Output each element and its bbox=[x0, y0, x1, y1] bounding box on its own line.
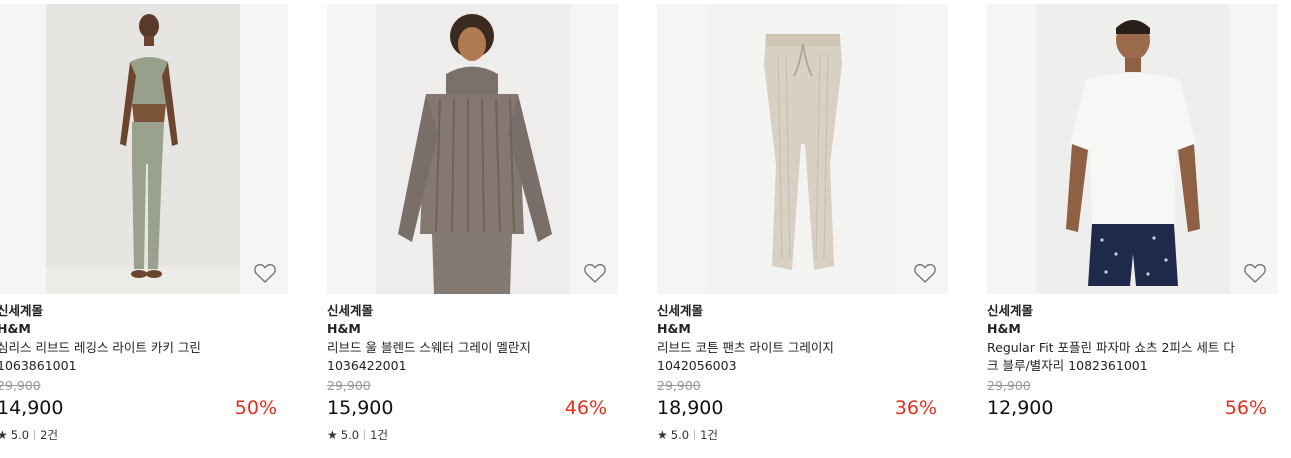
heart-outline-icon[interactable] bbox=[253, 262, 277, 284]
discount-rate: 46% bbox=[564, 397, 607, 419]
sweater-model-illustration bbox=[376, 4, 570, 294]
rating-row: ★ 5.0 1건 bbox=[657, 426, 948, 444]
sale-price: 14,900 bbox=[0, 397, 64, 419]
rating-value: 5.0 bbox=[340, 428, 360, 442]
heart-outline-icon[interactable] bbox=[1243, 262, 1267, 284]
mall-name: 신세계몰 bbox=[0, 303, 44, 318]
product-info: 신세계몰 H&M Regular Fit 포플린 파자마 쇼츠 2피스 세트 다… bbox=[987, 302, 1278, 421]
product-name[interactable]: 심리스 리브드 레깅스 라이트 카키 그린 1063861001 bbox=[0, 339, 249, 375]
product-name[interactable]: Regular Fit 포플린 파자마 쇼츠 2피스 세트 다크 블루/별자리 … bbox=[987, 339, 1239, 375]
brand-name: H&M bbox=[657, 321, 691, 336]
product-photo bbox=[376, 4, 570, 294]
rating-value: 5.0 bbox=[670, 428, 690, 442]
pajama-model-illustration bbox=[1036, 4, 1230, 294]
discount-rate: 36% bbox=[894, 397, 937, 419]
original-price: 29,900 bbox=[327, 378, 371, 393]
product-code: 1063861001 bbox=[0, 358, 77, 373]
divider bbox=[364, 430, 366, 440]
brand-name: H&M bbox=[327, 321, 361, 336]
review-count: 1건 bbox=[370, 428, 388, 442]
divider bbox=[694, 430, 696, 440]
rating-row: ★ 5.0 1건 bbox=[327, 426, 618, 444]
original-price: 29,900 bbox=[0, 378, 41, 393]
price-row: 14,900 50% bbox=[0, 395, 288, 421]
divider bbox=[34, 430, 36, 440]
product-card[interactable]: 신세계몰 H&M 심리스 리브드 레깅스 라이트 카키 그린 1063861001… bbox=[0, 0, 288, 458]
sale-price: 18,900 bbox=[657, 397, 724, 419]
brand-name: H&M bbox=[987, 321, 1021, 336]
product-info: 신세계몰 H&M 리브드 코튼 팬츠 라이트 그레이지 1042056003 29… bbox=[657, 302, 948, 444]
product-title: 심리스 리브드 레깅스 라이트 카키 그린 bbox=[0, 340, 201, 355]
product-code: 1082361001 bbox=[1068, 358, 1148, 373]
mall-name: 신세계몰 bbox=[327, 303, 374, 318]
product-photo bbox=[1036, 4, 1230, 294]
product-info: 신세계몰 H&M 리브드 울 블렌드 스웨터 그레이 멜란지 1036422001… bbox=[327, 302, 618, 444]
brand-name: H&M bbox=[0, 321, 31, 336]
mall-name: 신세계몰 bbox=[657, 303, 704, 318]
product-image[interactable] bbox=[0, 4, 288, 294]
rating-row: ★ 5.0 2건 bbox=[0, 426, 288, 444]
product-info: 신세계몰 H&M 심리스 리브드 레깅스 라이트 카키 그린 1063861001… bbox=[0, 302, 288, 444]
star-icon: ★ bbox=[327, 428, 338, 442]
product-card[interactable]: 신세계몰 H&M Regular Fit 포플린 파자마 쇼츠 2피스 세트 다… bbox=[987, 0, 1278, 458]
heart-outline-icon[interactable] bbox=[913, 262, 937, 284]
product-name[interactable]: 리브드 울 블렌드 스웨터 그레이 멜란지 1036422001 bbox=[327, 339, 579, 375]
product-code: 1036422001 bbox=[327, 358, 407, 373]
price-row: 18,900 36% bbox=[657, 395, 948, 421]
leggings-model-illustration bbox=[46, 4, 240, 294]
product-code: 1042056003 bbox=[657, 358, 737, 373]
sale-price: 15,900 bbox=[327, 397, 394, 419]
original-price: 29,900 bbox=[657, 378, 701, 393]
product-title: 리브드 울 블렌드 스웨터 그레이 멜란지 bbox=[327, 340, 531, 355]
product-image[interactable] bbox=[327, 4, 618, 294]
price-row: 15,900 46% bbox=[327, 395, 618, 421]
heart-outline-icon[interactable] bbox=[583, 262, 607, 284]
price-row: 12,900 56% bbox=[987, 395, 1278, 421]
sale-price: 12,900 bbox=[987, 397, 1054, 419]
pants-flatlay-illustration bbox=[706, 4, 900, 294]
star-icon: ★ bbox=[657, 428, 668, 442]
product-name[interactable]: 리브드 코튼 팬츠 라이트 그레이지 1042056003 bbox=[657, 339, 909, 375]
discount-rate: 56% bbox=[1224, 397, 1267, 419]
original-price: 29,900 bbox=[987, 378, 1031, 393]
discount-rate: 50% bbox=[234, 397, 277, 419]
product-photo bbox=[46, 4, 240, 294]
rating-value: 5.0 bbox=[10, 428, 30, 442]
review-count: 2건 bbox=[40, 428, 58, 442]
review-count: 1건 bbox=[700, 428, 718, 442]
product-image[interactable] bbox=[987, 4, 1278, 294]
product-card[interactable]: 신세계몰 H&M 리브드 코튼 팬츠 라이트 그레이지 1042056003 29… bbox=[657, 0, 948, 458]
mall-name: 신세계몰 bbox=[987, 303, 1034, 318]
star-icon: ★ bbox=[0, 428, 8, 442]
product-photo bbox=[706, 4, 900, 294]
product-image[interactable] bbox=[657, 4, 948, 294]
product-title: 리브드 코튼 팬츠 라이트 그레이지 bbox=[657, 340, 834, 355]
product-card[interactable]: 신세계몰 H&M 리브드 울 블렌드 스웨터 그레이 멜란지 1036422001… bbox=[327, 0, 618, 458]
